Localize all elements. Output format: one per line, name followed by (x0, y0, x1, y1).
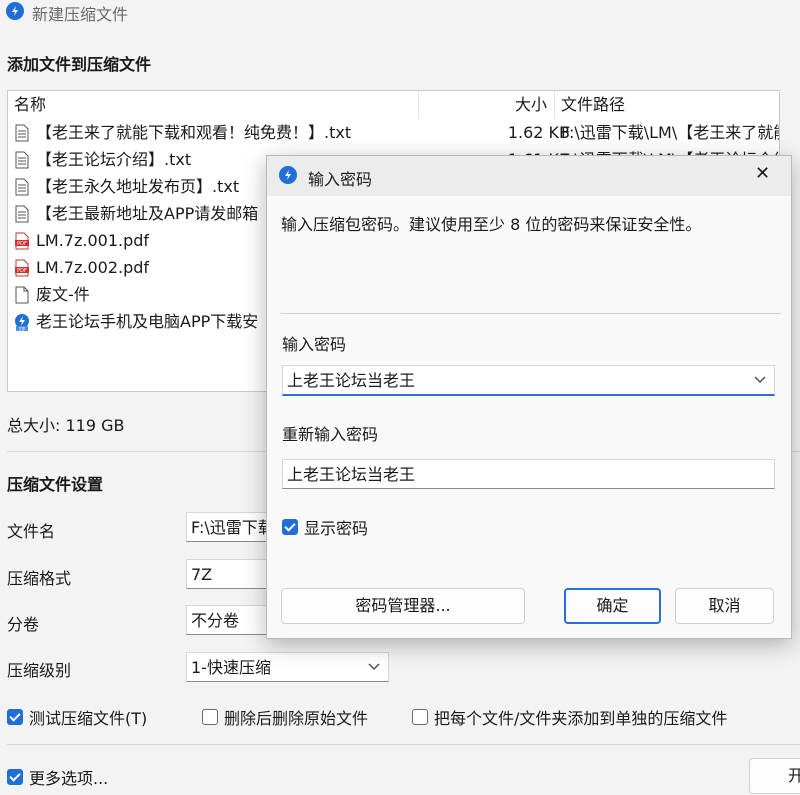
level-value: 1-快速压缩 (191, 658, 271, 677)
chevron-down-icon (368, 663, 380, 670)
file-name: 【老王论坛介绍】.txt (36, 150, 192, 169)
file-row[interactable]: 【老王来了就能下载和观看！纯免费！】.txt 1.62 KB F:\迅雷下载\L… (8, 120, 780, 146)
volume-label: 分卷 (7, 615, 40, 634)
file-name: 废文-件 (36, 285, 90, 304)
app-logo-icon (6, 2, 24, 20)
file-name: 【老王来了就能下载和观看！纯免费！】.txt (36, 123, 352, 142)
text-file-icon (15, 178, 29, 196)
svg-text:PDF: PDF (17, 241, 27, 247)
column-separator[interactable] (554, 91, 555, 119)
zip-file-icon: ZIP (15, 314, 29, 331)
password-input[interactable]: 上老王论坛当老王 (282, 365, 775, 396)
show-password-label: 显示密码 (304, 519, 369, 538)
checkbox-checked[interactable] (7, 769, 23, 785)
column-header-name[interactable]: 名称 (14, 91, 46, 119)
test-archive-option[interactable]: 测试压缩文件(T) (7, 705, 147, 729)
pdf-file-icon: PDF (15, 232, 29, 250)
checkbox-unchecked[interactable] (412, 709, 428, 725)
file-size: 1.62 KB (507, 123, 570, 142)
ok-button[interactable]: 确定 (564, 588, 661, 624)
each-separate-option[interactable]: 把每个文件/文件夹添加到单独的压缩文件 (412, 705, 727, 729)
window-titlebar: 新建压缩文件 (0, 0, 800, 28)
reenter-password-input[interactable]: 上老王论坛当老王 (282, 459, 775, 489)
text-file-icon (15, 124, 29, 142)
each-separate-label: 把每个文件/文件夹添加到单独的压缩文件 (434, 709, 728, 728)
more-options-label: 更多选项... (29, 769, 109, 788)
file-path: F:\迅雷下载\LM\【老王来了就能 (561, 123, 780, 142)
file-name: LM.7z.001.pdf (36, 231, 150, 250)
checkbox-unchecked[interactable] (202, 709, 218, 725)
file-name: 老王论坛手机及电脑APP下载安 (36, 312, 259, 331)
add-files-section-title: 添加文件到压缩文件 (7, 55, 152, 74)
column-separator[interactable] (418, 91, 419, 119)
column-header-path[interactable]: 文件路径 (561, 91, 625, 119)
filename-label: 文件名 (7, 522, 56, 541)
password-manager-button[interactable]: 密码管理器... (281, 588, 525, 624)
divider (281, 313, 781, 314)
checkbox-checked[interactable] (282, 519, 298, 535)
format-label: 压缩格式 (7, 569, 72, 588)
level-label: 压缩级别 (7, 661, 72, 680)
file-name: 【老王永久地址发布页】.txt (36, 177, 240, 196)
total-size: 总大小: 119 GB (7, 416, 125, 435)
divider (7, 744, 800, 745)
password-dialog: 输入密码 ✕ 输入压缩包密码。建议使用至少 8 位的密码来保证安全性。 输入密码… (266, 155, 792, 639)
dialog-title: 输入密码 (308, 170, 373, 189)
file-name: LM.7z.002.pdf (36, 258, 150, 277)
svg-text:PDF: PDF (17, 268, 27, 274)
blank-file-icon (15, 286, 29, 304)
chevron-down-icon[interactable] (754, 376, 766, 384)
start-button[interactable]: 开 (749, 758, 800, 794)
checkbox-checked[interactable] (7, 709, 23, 725)
cancel-button[interactable]: 取消 (675, 588, 774, 624)
more-options-option[interactable]: 更多选项... (7, 765, 108, 789)
test-archive-label: 测试压缩文件(T) (29, 709, 148, 728)
reenter-label: 重新输入密码 (282, 425, 379, 444)
window-title: 新建压缩文件 (32, 5, 129, 24)
level-select[interactable]: 1-快速压缩 (186, 652, 389, 682)
dialog-hint: 输入压缩包密码。建议使用至少 8 位的密码来保证安全性。 (281, 215, 702, 234)
delete-after-option[interactable]: 删除后删除原始文件 (202, 705, 368, 729)
password-value: 上老王论坛当老王 (287, 371, 416, 390)
column-header-size[interactable]: 大小 (515, 91, 547, 119)
pdf-file-icon: PDF (15, 259, 29, 277)
settings-section-title: 压缩文件设置 (7, 475, 104, 494)
delete-after-label: 删除后删除原始文件 (224, 709, 369, 728)
close-icon[interactable]: ✕ (755, 163, 770, 184)
file-name: 【老王最新地址及APP请发邮箱 (36, 204, 259, 223)
app-logo-icon (279, 166, 297, 184)
show-password-option[interactable]: 显示密码 (282, 515, 368, 539)
svg-text:ZIP: ZIP (19, 326, 26, 331)
text-file-icon (15, 151, 29, 169)
password-label: 输入密码 (282, 335, 347, 354)
dialog-titlebar: 输入密码 ✕ (267, 156, 791, 196)
text-file-icon (15, 205, 29, 223)
